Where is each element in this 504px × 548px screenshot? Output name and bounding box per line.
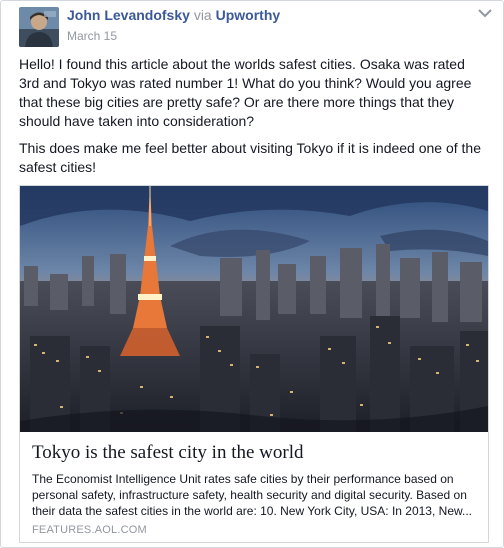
post-paragraph: This does make me feel better about visi… [19,140,481,175]
link-preview-image[interactable] [20,186,488,432]
author-avatar[interactable] [19,7,59,47]
author-line: John Levandofsky via Upworthy [67,7,280,23]
chevron-down-icon[interactable] [477,7,493,19]
link-description: The Economist Intelligence Unit rates sa… [32,472,472,518]
page-name-link[interactable]: Upworthy [216,7,281,23]
post-message: Hello! I found this article about the wo… [19,55,487,185]
link-domain: FEATURES.AOL.COM [32,524,147,536]
post-header: John Levandofsky via Upworthy March 15 [19,5,493,47]
via-label: via [193,7,212,23]
post-card: John Levandofsky via Upworthy March 15 H… [0,0,504,548]
author-name-link[interactable]: John Levandofsky [67,7,190,23]
link-title[interactable]: Tokyo is the safest city in the world [32,442,478,464]
post-paragraph: Hello! I found this article about the wo… [19,56,472,129]
link-preview-text: Tokyo is the safest city in the world Th… [32,442,478,519]
shared-link-card[interactable]: Tokyo is the safest city in the world Th… [19,185,489,543]
post-timestamp[interactable]: March 15 [67,29,117,43]
